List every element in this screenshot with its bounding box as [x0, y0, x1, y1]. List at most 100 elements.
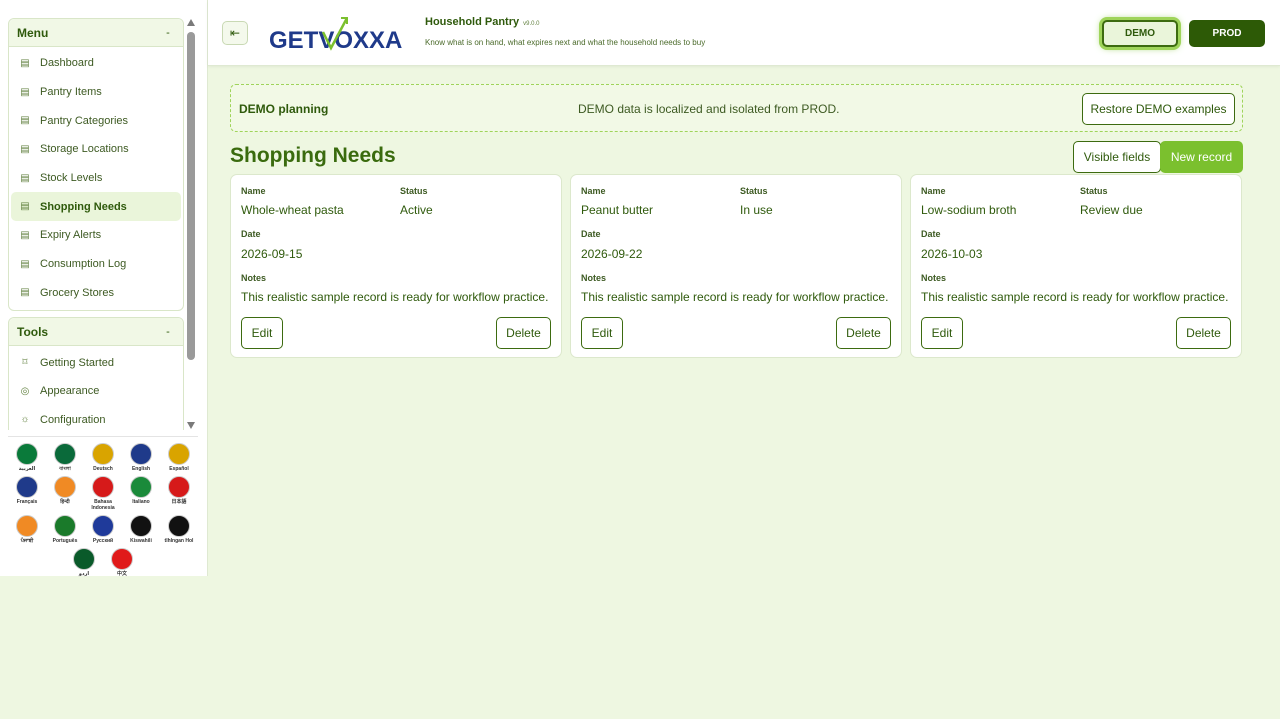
flag-icon [92, 515, 114, 537]
menu-collapse-button[interactable]: - [161, 27, 175, 39]
banner-message: DEMO data is localized and isolated from… [578, 102, 840, 116]
language-option[interactable]: Français [8, 476, 46, 511]
delete-button[interactable]: Delete [496, 317, 551, 349]
edit-button[interactable]: Edit [921, 317, 963, 349]
new-record-button[interactable]: New record [1160, 141, 1243, 173]
sidebar-scrollbar[interactable] [186, 18, 196, 430]
sidebar-item-label: Consumption Log [40, 258, 127, 271]
tools-panel: Tools - ⌑ Getting Started ◎ Appearance ☼ Conf… [8, 317, 184, 430]
flag-icon [168, 476, 190, 498]
sidebar-item-configuration[interactable]: ☼ Configuration [11, 406, 181, 430]
sidebar-item-consumption-log[interactable]: ▤ Consumption Log [11, 250, 181, 279]
notes-value: This realistic sample record is ready fo… [581, 290, 889, 304]
notes-label: Notes [921, 273, 947, 283]
sidebar-toggle-button[interactable]: ⇤ [222, 21, 248, 45]
language-option[interactable]: Português [46, 515, 84, 544]
language-option[interactable]: ਪੰਜਾਬੀ [8, 515, 46, 544]
sidebar-item-label: Getting Started [40, 356, 114, 369]
status-label: Status [1080, 186, 1108, 196]
language-option[interactable]: 日本語 [160, 476, 198, 511]
language-option[interactable]: Deutsch [84, 443, 122, 472]
sidebar-item-shopping-needs[interactable]: ▤ Shopping Needs [11, 192, 181, 222]
language-option[interactable]: اردو [65, 548, 103, 577]
language-label: Русский [92, 538, 114, 544]
sidebar-item-pantry-categories[interactable]: ▤ Pantry Categories [11, 106, 181, 135]
language-option[interactable]: Bahasa Indonesia [84, 476, 122, 511]
language-option[interactable]: Русский [84, 515, 122, 544]
record-card: Name Status Low-sodium broth Review due Date… [910, 174, 1242, 358]
flag-icon [130, 476, 152, 498]
sidebar-item-pantry-items[interactable]: ▤ Pantry Items [11, 78, 181, 107]
delete-button[interactable]: Delete [1176, 317, 1231, 349]
app-title: Household Pantry v9.0.0 [425, 16, 539, 28]
list-icon: ▤ [20, 229, 30, 241]
language-option[interactable]: العربية [8, 443, 46, 472]
notes-value: This realistic sample record is ready fo… [921, 290, 1229, 304]
notes-value: This realistic sample record is ready fo… [241, 290, 549, 304]
language-label: اردو [78, 571, 90, 577]
sidebar-item-label: Grocery Stores [40, 286, 114, 299]
sidebar-item-storage-locations[interactable]: ▤ Storage Locations [11, 135, 181, 164]
language-label: tlhIngan Hol [164, 538, 194, 544]
language-option[interactable]: हिन्दी [46, 476, 84, 511]
flag-icon [16, 443, 38, 465]
sidebar-item-expiry-alerts[interactable]: ▤ Expiry Alerts [11, 221, 181, 250]
language-option[interactable]: English [122, 443, 160, 472]
list-icon: ▤ [20, 86, 30, 98]
name-value: Whole-wheat pasta [241, 203, 344, 217]
demo-env-button[interactable]: DEMO [1102, 20, 1178, 47]
list-icon: ▤ [20, 172, 30, 184]
name-label: Name [241, 186, 266, 196]
sidebar-item-appearance[interactable]: ◎ Appearance [11, 377, 181, 406]
sidebar-item-getting-started[interactable]: ⌑ Getting Started [11, 348, 181, 377]
date-label: Date [921, 229, 941, 239]
language-option[interactable]: 中文 [103, 548, 141, 577]
delete-button[interactable]: Delete [836, 317, 891, 349]
scrollbar-thumb[interactable] [187, 32, 195, 360]
tools-panel-header[interactable]: Tools - [9, 318, 183, 347]
app-subtitle: Know what is on hand, what expires next … [425, 38, 706, 47]
menu-panel-header[interactable]: Menu - [9, 19, 183, 47]
sidebar-item-label: Stock Levels [40, 172, 103, 185]
list-icon: ▤ [20, 115, 30, 127]
language-label: 中文 [116, 571, 127, 577]
sidebar-item-grocery-stores[interactable]: ▤ Grocery Stores [11, 279, 181, 308]
language-label: Français [16, 499, 38, 505]
flag-icon [16, 476, 38, 498]
logo: GETVOXXA [269, 14, 409, 54]
sidebar-item-dashboard[interactable]: ▤ Dashboard [11, 49, 181, 78]
date-value: 2026-09-22 [581, 247, 643, 261]
sidebar-scroll-area: Menu - ▤ Dashboard ▤ Pantry Items ▤ Pantry Ca… [8, 18, 184, 430]
restore-demo-button[interactable]: Restore DEMO examples [1082, 93, 1235, 125]
sidebar-item-label: Appearance [40, 385, 100, 398]
tools-collapse-button[interactable]: - [161, 326, 175, 338]
language-row: العربية বাংলা Deutsch English Español [8, 443, 198, 472]
prod-env-button[interactable]: PROD [1189, 20, 1265, 47]
flag-icon [92, 476, 114, 498]
sidebar: Menu - ▤ Dashboard ▤ Pantry Items ▤ Pantry Ca… [0, 0, 208, 577]
notes-label: Notes [581, 273, 607, 283]
language-row: Français हिन्दी Bahasa Indonesia Italiano 日本… [8, 476, 198, 511]
sidebar-item-label: Pantry Categories [40, 114, 129, 127]
edit-button[interactable]: Edit [581, 317, 623, 349]
name-value: Peanut butter [581, 203, 654, 217]
language-option[interactable]: tlhIngan Hol [160, 515, 198, 544]
sidebar-item-label: Pantry Items [40, 86, 102, 99]
scroll-up-arrow-icon[interactable] [187, 19, 195, 26]
language-row: اردو 中文 [8, 548, 198, 577]
sidebar-item-stock-levels[interactable]: ▤ Stock Levels [11, 164, 181, 193]
visible-fields-button[interactable]: Visible fields [1073, 141, 1161, 173]
app-name: Household Pantry [425, 16, 520, 28]
tools-title: Tools [17, 324, 49, 339]
language-option[interactable]: বাংলা [46, 443, 84, 472]
language-label: Português [52, 538, 78, 544]
language-option[interactable]: Italiano [122, 476, 160, 511]
language-label: Deutsch [93, 466, 113, 472]
date-label: Date [581, 229, 601, 239]
language-option[interactable]: Español [160, 443, 198, 472]
language-option[interactable]: Kiswahili [122, 515, 160, 544]
date-label: Date [241, 229, 261, 239]
edit-button[interactable]: Edit [241, 317, 283, 349]
scroll-down-arrow-icon[interactable] [187, 422, 195, 429]
list-icon: ▤ [20, 258, 30, 270]
